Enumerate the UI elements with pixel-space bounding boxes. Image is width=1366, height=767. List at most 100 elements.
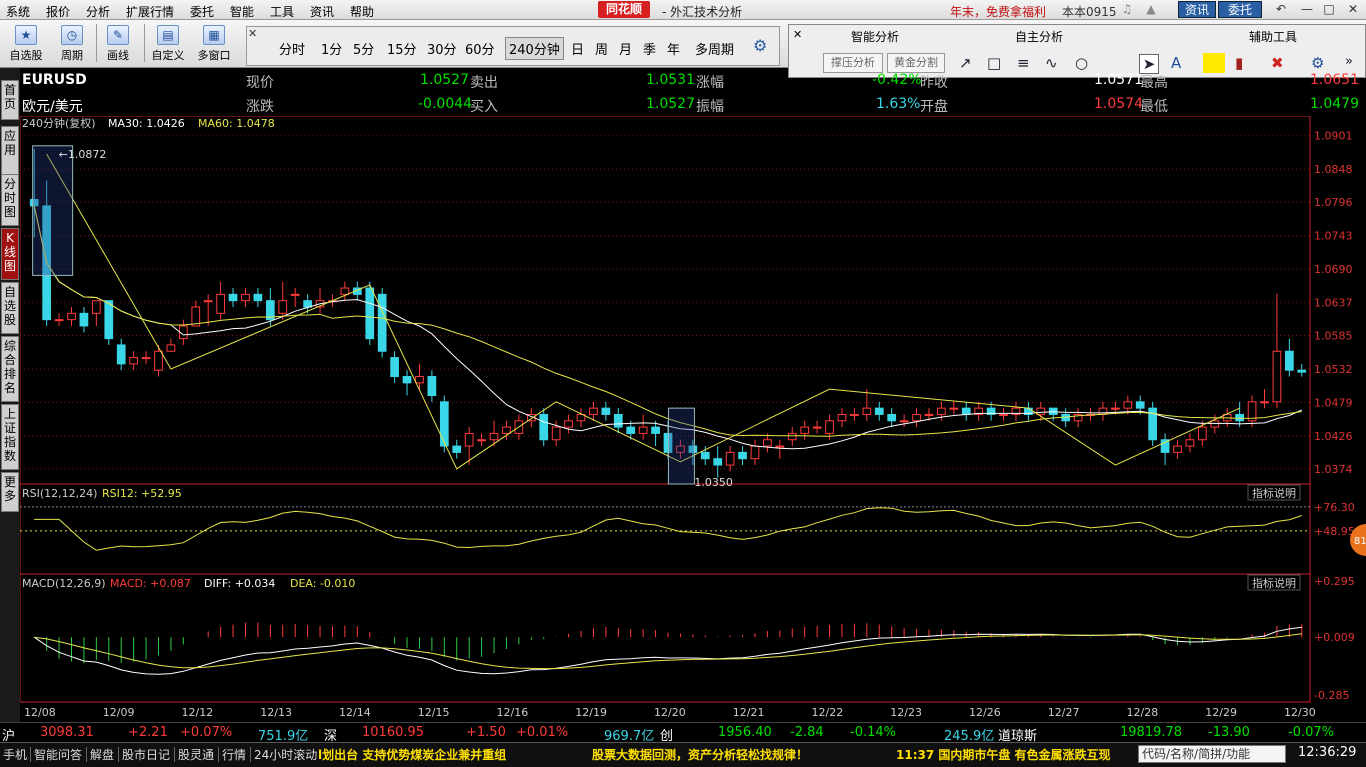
bottom-item-analysis[interactable]: 解盘 — [90, 746, 114, 763]
macd-help-label: 指标说明 — [1252, 576, 1296, 590]
maximize-icon[interactable]: □ — [1320, 2, 1338, 17]
period-week[interactable]: 周 — [595, 39, 608, 58]
bell-icon[interactable]: ♫ — [1118, 2, 1136, 17]
sidebar-tab-watchlist[interactable]: 自选股 — [1, 282, 19, 334]
candle-body — [1285, 350, 1294, 371]
bottom-item-24h[interactable]: 24小时滚动 — [254, 746, 317, 763]
close-icon[interactable]: ✕ — [1344, 2, 1362, 17]
quote-label: 最低 — [1140, 99, 1168, 115]
macd-panel — [33, 622, 1303, 675]
sidebar-tab-shindex[interactable]: 上证指数 — [1, 404, 19, 470]
bottom-item-mobile[interactable]: 手机 — [3, 746, 27, 763]
gear-icon[interactable]: ⚙ — [753, 36, 767, 55]
news-ticker-2[interactable]: 股票大数据回测，资产分析轻松找规律！ — [592, 746, 808, 763]
menu-help[interactable]: 帮助 — [350, 3, 374, 20]
back-icon[interactable]: ↶ — [1272, 2, 1290, 17]
period-1min[interactable]: 1分 — [321, 39, 342, 58]
trade-button[interactable]: 委托 — [1218, 1, 1262, 18]
candle-body — [787, 432, 797, 441]
candle-body — [464, 432, 474, 447]
rsi-value: RSI12: +52.95 — [102, 487, 182, 500]
custom-tool[interactable]: ▤ 自定义 — [150, 23, 186, 65]
close-icon[interactable]: ✕ — [793, 28, 802, 41]
menu-extended-quote[interactable]: 扩展行情 — [126, 3, 174, 20]
bottom-item-qa[interactable]: 智能问答 — [34, 746, 82, 763]
candle-body — [54, 319, 64, 322]
macd-tick-label: +0.295 — [1314, 575, 1355, 588]
x-tick-label: 12/30 — [1284, 706, 1316, 719]
candle-body — [502, 426, 511, 434]
sidebar-tab-ranking[interactable]: 综合排名 — [1, 336, 19, 402]
period-5min[interactable]: 5分 — [353, 39, 374, 58]
candle-body — [1297, 369, 1307, 373]
drawline-tool[interactable]: ✎ 画线 — [100, 23, 136, 65]
sidebar-tab-more[interactable]: 更多 — [1, 472, 19, 512]
sidebar-tab-kline[interactable]: K线图 — [1, 228, 19, 280]
version-label: 本本0915 — [1062, 5, 1117, 19]
news-ticker-3[interactable]: 11:37 国内期市午盘 有色金属涨跌互现 — [896, 746, 1111, 763]
period-240min[interactable]: 240分钟 — [505, 37, 564, 60]
bottom-item-diary[interactable]: 股市日记 — [122, 746, 170, 763]
candle-body — [1210, 420, 1220, 428]
close-icon[interactable]: ✕ — [248, 27, 257, 40]
candle-body — [589, 407, 598, 415]
x-tick-label: 12/23 — [890, 706, 922, 719]
sidebar-tab-apps[interactable]: 应用 — [1, 126, 19, 178]
y-tick-label: 1.0796 — [1314, 196, 1353, 209]
period-multi[interactable]: 多周期 — [695, 39, 734, 58]
period-tool[interactable]: ◷ 周期 — [54, 23, 90, 65]
period-60min[interactable]: 60分 — [465, 39, 495, 58]
search-input[interactable]: 代码/名称/简拼/功能 — [1138, 745, 1286, 763]
news-button[interactable]: 资讯 — [1178, 1, 1216, 18]
period-month[interactable]: 月 — [619, 39, 632, 58]
menu-quote[interactable]: 报价 — [46, 3, 70, 20]
bottom-item-gulingtong[interactable]: 股灵通 — [178, 746, 214, 763]
period-timeshare[interactable]: 分时 — [279, 39, 305, 58]
candle-body — [154, 350, 163, 371]
ma30-label: MA30: 1.0426 — [108, 117, 185, 130]
sidebar-tab-home[interactable]: 首页 — [1, 80, 19, 120]
period-30min[interactable]: 30分 — [427, 39, 457, 58]
menu-tools[interactable]: 工具 — [270, 3, 294, 20]
bottom-item-market[interactable]: 行情 — [222, 746, 246, 763]
y-tick-label: 1.0637 — [1314, 297, 1353, 310]
period-year[interactable]: 年 — [667, 39, 680, 58]
menu-trade[interactable]: 委托 — [190, 3, 214, 20]
candle-body — [129, 357, 138, 365]
minimize-icon[interactable]: — — [1298, 2, 1316, 17]
menu-system[interactable]: 系统 — [6, 3, 30, 20]
kline-chart[interactable]: 1.0901 1.0848 1.0796 1.0743 1.0690 1.0637 1.05… — [20, 116, 1366, 722]
x-tick-label: 12/09 — [103, 706, 135, 719]
candle-body — [104, 300, 114, 340]
candle-body — [763, 439, 772, 447]
multiwindow-tool[interactable]: ▦ 多窗口 — [194, 23, 234, 65]
dj-pct: -0.07% — [1288, 725, 1334, 740]
menu-news[interactable]: 资讯 — [310, 3, 334, 20]
x-tick-label: 12/28 — [1127, 706, 1159, 719]
x-tick-label: 12/27 — [1048, 706, 1080, 719]
period-quarter[interactable]: 季 — [643, 39, 656, 58]
candle-body — [116, 344, 126, 365]
sidebar-tab-timeshare[interactable]: 分时图 — [1, 174, 19, 226]
sz-price: 10160.95 — [362, 725, 425, 740]
watchlist-tool[interactable]: ★ 自选股 — [8, 23, 44, 65]
pencil-icon: ✎ — [107, 25, 129, 45]
bottom-divider — [118, 747, 119, 762]
y-tick-label: 1.0426 — [1314, 430, 1353, 443]
candle-body — [1036, 407, 1046, 415]
bottom-divider — [218, 747, 219, 762]
promo-link[interactable]: 年末，免费拿福利 — [950, 3, 1046, 20]
news-ticker-1[interactable]: l划出台 支持优势煤炭企业兼并重组 — [318, 746, 506, 763]
y-tick-label: 1.0901 — [1314, 130, 1353, 143]
candle-body — [1260, 401, 1269, 404]
menu-analysis[interactable]: 分析 — [86, 3, 110, 20]
shirt-icon[interactable]: ▲ — [1142, 2, 1160, 17]
candle-body — [91, 300, 101, 314]
period-15min[interactable]: 15分 — [387, 39, 417, 58]
menu-smart[interactable]: 智能 — [230, 3, 254, 20]
chevron-right-icon[interactable]: » — [1345, 54, 1353, 69]
cy-pct: -0.14% — [850, 725, 896, 740]
clock: 12:36:29 — [1298, 745, 1357, 760]
quote-value: 1.0651 — [1310, 72, 1359, 88]
period-day[interactable]: 日 — [571, 39, 584, 58]
